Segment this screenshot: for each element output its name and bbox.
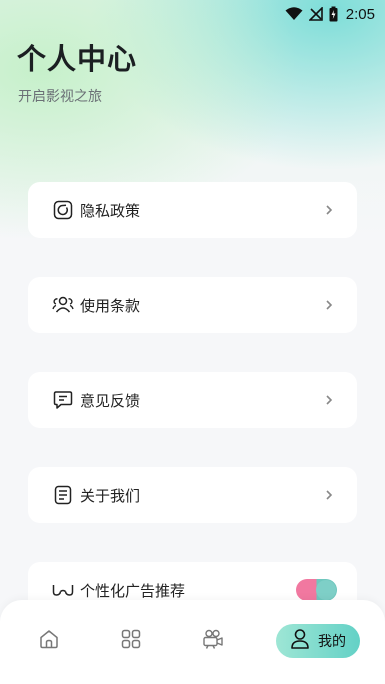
personalized-ads-toggle[interactable]: [296, 579, 337, 601]
menu-item-feedback[interactable]: 意见反馈: [28, 372, 357, 428]
battery-charging-icon: [329, 6, 338, 22]
person-icon: [290, 628, 310, 654]
glasses-icon: [52, 579, 74, 601]
grid-icon: [121, 629, 141, 653]
menu-item-label: 意见反馈: [80, 391, 141, 410]
toggle-knob: [316, 580, 336, 600]
menu-item-label: 关于我们: [80, 486, 141, 505]
feedback-icon: [52, 389, 74, 411]
chevron-right-icon: [325, 204, 337, 216]
home-icon: [38, 628, 60, 654]
chevron-right-icon: [325, 299, 337, 311]
privacy-icon: [52, 199, 74, 221]
tab-home[interactable]: [32, 624, 66, 658]
menu-item-about-us[interactable]: 关于我们: [28, 467, 357, 523]
menu-item-label: 隐私政策: [80, 201, 141, 220]
bottom-tab-bar: 我的: [0, 600, 385, 684]
tab-videos[interactable]: [196, 624, 230, 658]
tab-mine[interactable]: 我的: [276, 624, 360, 658]
tab-categories[interactable]: [114, 624, 148, 658]
no-signal-icon: [308, 7, 323, 21]
menu-item-label: 个性化广告推荐: [80, 581, 186, 600]
wifi-icon: [285, 7, 303, 21]
chevron-right-icon: [325, 489, 337, 501]
menu-item-terms-of-use[interactable]: 使用条款: [28, 277, 357, 333]
chevron-right-icon: [325, 394, 337, 406]
status-time: 2:05: [345, 5, 375, 23]
page-title: 个人中心: [17, 42, 138, 76]
menu-item-label: 使用条款: [80, 296, 141, 315]
video-camera-icon: [202, 628, 224, 654]
tab-label: 我的: [318, 634, 346, 650]
status-bar: 2:05: [0, 0, 385, 28]
page-subtitle: 开启影视之旅: [18, 89, 102, 105]
users-icon: [52, 294, 74, 316]
menu-item-privacy-policy[interactable]: 隐私政策: [28, 182, 357, 238]
document-icon: [52, 484, 74, 506]
